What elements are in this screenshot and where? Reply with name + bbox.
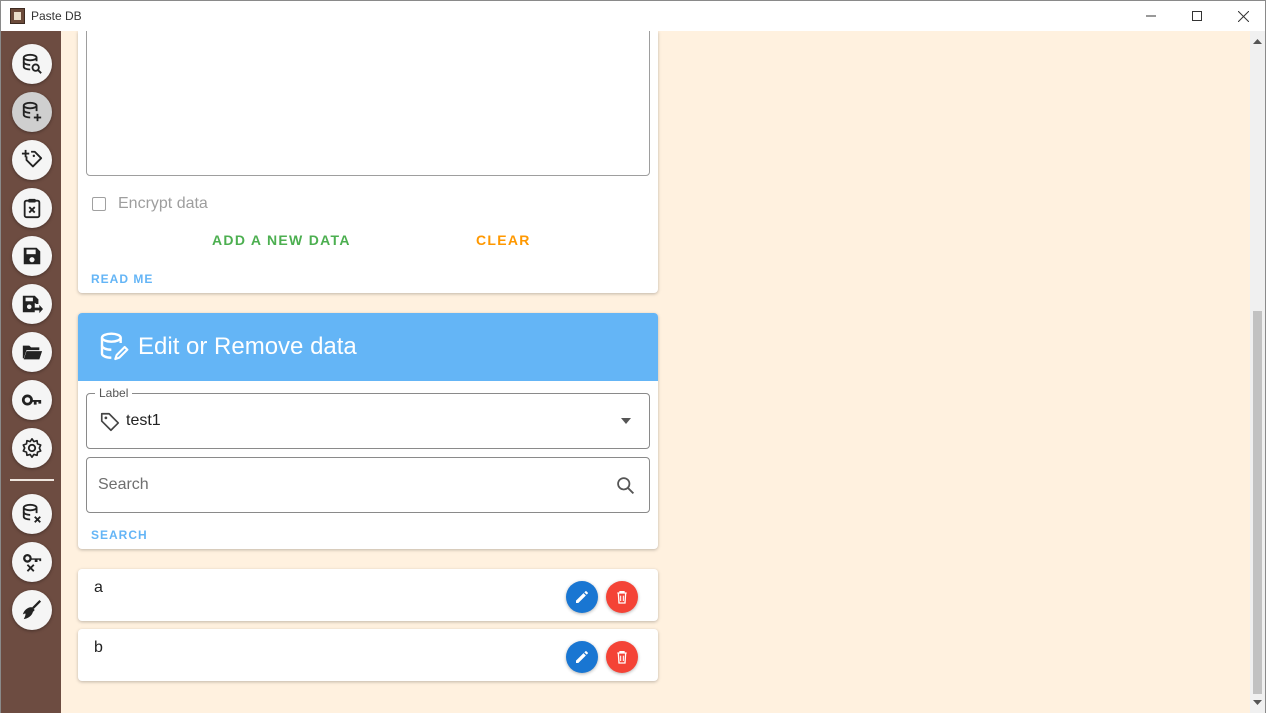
trash-icon xyxy=(617,651,627,664)
close-window-button[interactable] xyxy=(1220,1,1266,31)
maximize-button[interactable] xyxy=(1174,1,1220,31)
main-content: Encrypt data ADD A NEW DATA CLEAR READ M… xyxy=(61,31,1250,713)
sidebar-item-add-label[interactable] xyxy=(12,140,52,180)
folder-open-icon xyxy=(22,345,43,360)
minimize-icon xyxy=(1146,15,1156,17)
edit-button[interactable] xyxy=(566,581,598,613)
key-remove-icon xyxy=(23,553,42,572)
trash-icon xyxy=(617,591,627,604)
clear-button[interactable]: CLEAR xyxy=(476,232,531,248)
search-button[interactable]: SEARCH xyxy=(91,528,148,542)
save-export-icon xyxy=(22,295,43,314)
save-icon xyxy=(23,247,41,265)
label-select-value: test1 xyxy=(126,412,161,429)
tag-plus-icon xyxy=(21,149,43,168)
label-field-label: Label xyxy=(95,386,133,400)
caret-down-icon xyxy=(621,418,631,424)
broom-icon xyxy=(22,600,42,620)
database-search-icon xyxy=(22,53,42,74)
sidebar-item-save[interactable] xyxy=(12,236,52,276)
edit-button[interactable] xyxy=(566,641,598,673)
sidebar-item-save-as[interactable] xyxy=(12,284,52,324)
vertical-scrollbar[interactable] xyxy=(1250,31,1265,713)
sidebar-item-open[interactable] xyxy=(12,332,52,372)
add-data-card: Encrypt data ADD A NEW DATA CLEAR READ M… xyxy=(78,31,658,293)
search-placeholder: Search xyxy=(98,476,149,493)
card-header: Edit or Remove data xyxy=(78,313,658,381)
window-title: Paste DB xyxy=(31,9,82,23)
database-plus-icon xyxy=(22,101,42,122)
maximize-icon xyxy=(1192,11,1202,21)
app-logo-icon xyxy=(10,8,25,24)
data-textarea[interactable] xyxy=(86,31,650,176)
sidebar-item-key[interactable] xyxy=(12,380,52,420)
database-edit-icon xyxy=(100,332,129,361)
pencil-icon xyxy=(576,651,588,663)
card-title: Edit or Remove data xyxy=(138,333,357,360)
minimize-button[interactable] xyxy=(1128,1,1174,31)
sidebar-item-settings[interactable] xyxy=(12,428,52,468)
sidebar-divider xyxy=(10,479,54,481)
key-icon xyxy=(21,394,42,406)
list-item: a xyxy=(78,569,658,621)
search-icon[interactable] xyxy=(615,475,636,496)
sidebar-item-add-data[interactable] xyxy=(12,92,52,132)
sidebar xyxy=(1,31,61,713)
list-item-text: a xyxy=(94,579,103,596)
encrypt-label: Encrypt data xyxy=(118,195,208,212)
sidebar-item-clean[interactable] xyxy=(12,590,52,630)
clipboard-remove-icon xyxy=(23,198,41,219)
encrypt-checkbox[interactable] xyxy=(92,197,106,211)
list-item: b xyxy=(78,629,658,681)
delete-button[interactable] xyxy=(606,581,638,613)
database-remove-icon xyxy=(22,503,41,523)
close-icon xyxy=(1237,10,1249,22)
scroll-up-icon[interactable] xyxy=(1253,37,1262,45)
edit-data-card: Edit or Remove data Label test1 Search S… xyxy=(78,313,658,549)
scroll-thumb[interactable] xyxy=(1253,311,1262,694)
pencil-icon xyxy=(576,591,588,603)
sidebar-item-search-database[interactable] xyxy=(12,44,52,84)
sidebar-item-remove-key[interactable] xyxy=(12,542,52,582)
title-bar: Paste DB xyxy=(1,1,1265,31)
app-window: Paste DB Encrypt data ADD A NEW DATA CLE… xyxy=(0,0,1266,713)
list-item-text: b xyxy=(94,639,103,656)
search-input[interactable]: Search xyxy=(86,457,650,513)
gear-icon xyxy=(22,438,42,458)
sidebar-item-remove-clipboard[interactable] xyxy=(12,188,52,228)
delete-button[interactable] xyxy=(606,641,638,673)
label-select[interactable]: Label test1 xyxy=(86,386,650,449)
readme-button[interactable]: READ ME xyxy=(91,272,153,286)
tag-icon xyxy=(100,412,120,432)
add-data-button[interactable]: ADD A NEW DATA xyxy=(212,232,351,248)
sidebar-item-remove-database[interactable] xyxy=(12,494,52,534)
scroll-down-icon[interactable] xyxy=(1253,699,1262,707)
